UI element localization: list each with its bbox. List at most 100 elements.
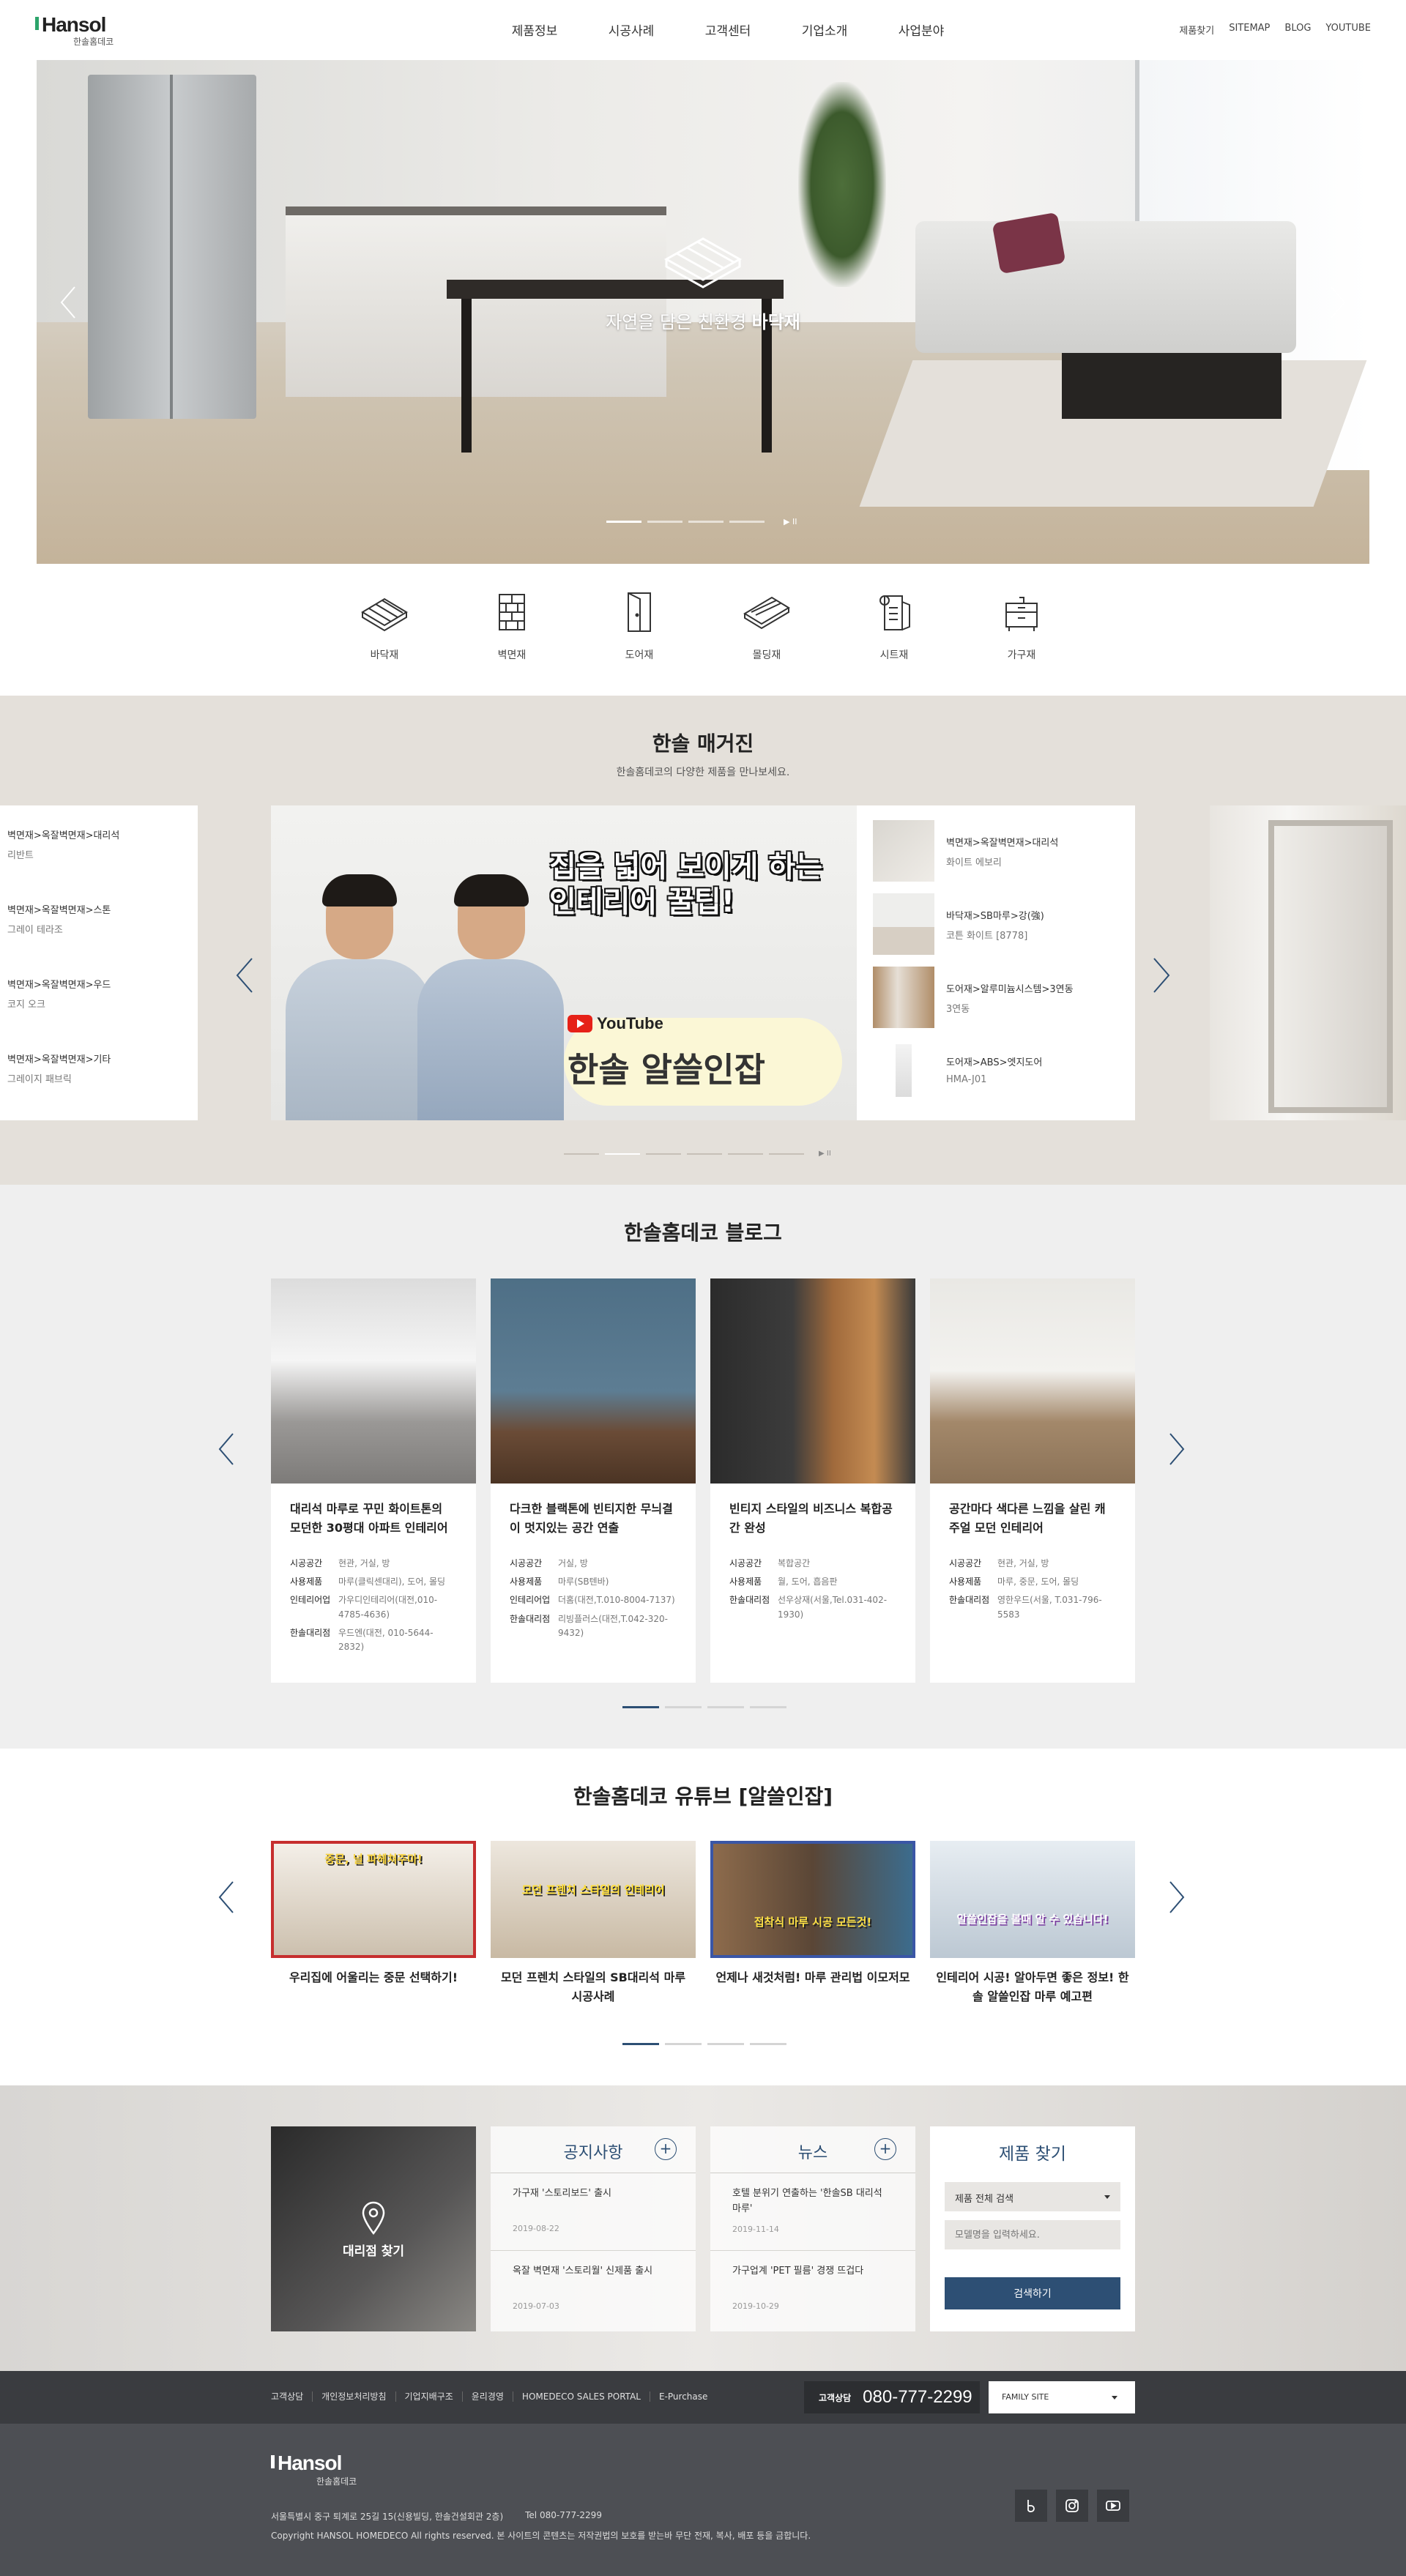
list-item[interactable]: 도어재>ABS>엣지도어 HMA-J01 (873, 1040, 1122, 1113)
nav-cases[interactable]: 시공사례 (583, 21, 680, 39)
blog-card[interactable]: 공간마다 색다른 느낌을 살린 캐주얼 모던 인테리어 시공공간 현관, 거실, … (930, 1278, 1135, 1683)
nav-customer-center[interactable]: 고객센터 (680, 21, 776, 39)
blog-link[interactable] (1015, 2490, 1047, 2522)
hero-next-arrow[interactable] (1328, 284, 1347, 321)
nav-business[interactable]: 사업분야 (873, 21, 970, 39)
youtube-card[interactable]: 중문, 널 파헤쳐주마! 우리집에 어울리는 중문 선택하기! (271, 1841, 476, 2006)
youtube-card[interactable]: 알쓸인잡을 볼때 알 수 있습니다! 인테리어 시공! 알아두면 좋은 정보! … (930, 1841, 1135, 2006)
youtube-section: 한솔홈데코 유튜브 [알쓸인잡] 중문, 널 파헤쳐주마! 우리집에 어울리는 … (0, 1749, 1406, 2085)
hero-play-pause[interactable]: ▶ II (784, 517, 797, 526)
footer-link-epurchase[interactable]: E-Purchase (649, 2391, 716, 2402)
list-item[interactable]: 벽면재>옥잘벽면재>우드 코지 오크 (7, 977, 198, 1051)
search-button[interactable]: 검색하기 (945, 2277, 1120, 2309)
footer-bar: 고객상담 개인정보처리방침 기업지배구조 윤리경영 HOMEDECO SALES… (0, 2371, 1406, 2424)
list-item[interactable]: 벽면재>옥잘벽면재>기타 그레이지 패브릭 (7, 1051, 198, 1126)
hero-prev-arrow[interactable] (59, 284, 78, 321)
chevron-left-icon (218, 1881, 234, 1913)
youtube-prev-arrow[interactable] (217, 1879, 236, 1916)
logo[interactable]: Hansol 한솔홈데코 (35, 13, 114, 48)
notice-item[interactable]: 가구재 '스토리보드' 출시 2019-08-22 (491, 2173, 696, 2251)
category-furniture[interactable]: 가구재 (958, 590, 1085, 662)
blog-pagination (622, 1706, 786, 1708)
footer-link-ethics[interactable]: 윤리경영 (461, 2391, 513, 2402)
magazine-section: 한솔 매거진 한솔홈데코의 다양한 제품을 만나보세요. 벽면재>옥잘벽면재>대… (0, 696, 1406, 1185)
list-item[interactable]: 벽면재>옥잘벽면재>대리석 리반트 (7, 827, 198, 902)
footer-link-privacy[interactable]: 개인정보처리방침 (312, 2391, 395, 2402)
blog-icon (1027, 2500, 1035, 2512)
nav-company[interactable]: 기업소개 (776, 21, 873, 39)
util-sitemap[interactable]: SITEMAP (1229, 23, 1270, 37)
util-youtube[interactable]: YOUTUBE (1325, 23, 1371, 37)
blog-card[interactable]: 대리석 마루로 꾸민 화이트톤의 모던한 30평대 아파트 인테리어 시공공간 현… (271, 1278, 476, 1683)
category-door[interactable]: 도어재 (576, 590, 703, 662)
magazine-dot[interactable] (605, 1153, 640, 1155)
notice-item[interactable]: 옥잘 벽면재 '스토리월' 신제품 출시 2019-07-03 (491, 2251, 696, 2329)
magazine-dot[interactable] (728, 1153, 763, 1155)
blog-dot[interactable] (707, 1706, 744, 1708)
magazine-prev-card[interactable]: 벽면재>옥잘벽면재>대리석 리반트 벽면재>옥잘벽면재>스톤 그레이 테라조 벽… (0, 805, 198, 1120)
instagram-link[interactable] (1056, 2490, 1088, 2522)
copyright: Copyright HANSOL HOMEDECO All rights res… (271, 2531, 811, 2541)
category-wall[interactable]: 벽면재 (448, 590, 576, 662)
category-sheet[interactable]: 시트재 (830, 590, 958, 662)
list-item[interactable]: 바닥재>SB마루>강(強) 코튼 화이트 [8778] (873, 893, 1122, 967)
util-product-search[interactable]: 제품찾기 (1179, 23, 1214, 37)
magazine-dot[interactable] (687, 1153, 722, 1155)
list-item[interactable]: 벽면재>옥잘벽면재>대리석 화이트 에보리 (873, 820, 1122, 893)
magazine-dot[interactable] (769, 1153, 804, 1155)
youtube-card[interactable]: 접착식 마루 시공 모든것! 언제나 새것처럼! 마루 관리법 이모저모 (710, 1841, 915, 2006)
youtube-dot[interactable] (707, 2043, 744, 2045)
video-thumbnail[interactable]: 중문, 널 파헤쳐주마! (271, 1841, 476, 1958)
hero-dot[interactable] (606, 521, 641, 523)
magazine-prev-arrow[interactable] (233, 956, 255, 995)
blog-prev-arrow[interactable] (217, 1431, 236, 1467)
footer-link-cs[interactable]: 고객상담 (271, 2391, 312, 2402)
blog-card[interactable]: 다크한 블랙톤에 빈티지한 무늬결이 멋지있는 공간 연출 시공공간 거실, 방 … (491, 1278, 696, 1683)
magazine-next-arrow[interactable] (1151, 956, 1173, 995)
news-more-button[interactable]: + (874, 2138, 896, 2160)
youtube-dot[interactable] (622, 2043, 659, 2045)
door-icon (628, 592, 651, 632)
magazine-play-pause[interactable]: ▶ II (819, 1150, 831, 1158)
blog-dot[interactable] (665, 1706, 702, 1708)
util-blog[interactable]: BLOG (1284, 23, 1311, 37)
blog-title: 한솔홈데코 블로그 (624, 1221, 782, 1245)
category-floor[interactable]: 바닥재 (321, 590, 448, 662)
blog-next-arrow[interactable] (1167, 1431, 1186, 1467)
magazine-dot[interactable] (564, 1153, 599, 1155)
video-thumbnail[interactable]: 모던 프렌치 스타일의 인테리어 (491, 1841, 696, 1958)
youtube-card[interactable]: 모던 프렌치 스타일의 인테리어 모던 프렌치 스타일의 SB대리석 마루 시공… (491, 1841, 696, 2006)
list-item[interactable]: 벽면재>옥잘벽면재>스톤 그레이 테라조 (7, 902, 198, 977)
product-category-select[interactable]: 제품 전체 검색 (945, 2182, 1120, 2211)
magazine-feature-card[interactable]: 집을 넓어 보이게 하는 인테리어 꿀팁! YouTube 한솔 알쓸인잡 벽면… (271, 805, 1135, 1120)
footer-link-governance[interactable]: 기업지배구조 (395, 2391, 462, 2402)
footer-link-sales-portal[interactable]: HOMEDECO SALES PORTAL (512, 2391, 650, 2402)
dealer-finder-label: 대리점 찾기 (342, 2244, 405, 2259)
family-site-select[interactable]: FAMILY SITE (989, 2381, 1135, 2413)
dealer-finder-card[interactable]: 대리점 찾기 (271, 2126, 476, 2331)
news-item[interactable]: 가구업계 'PET 필름' 경쟁 뜨겁다 2019-10-29 (710, 2251, 915, 2329)
hero-caption: 자연을 담은 친환경 바닥재 (606, 312, 800, 332)
category-molding[interactable]: 몰딩재 (703, 590, 830, 662)
hero-dot[interactable] (688, 521, 724, 523)
youtube-next-arrow[interactable] (1167, 1879, 1186, 1916)
video-caption: 언제나 새것처럼! 마루 관리법 이모저모 (715, 1970, 910, 1984)
list-item[interactable]: 도어재>알루미늄시스템>3연동 3연동 (873, 967, 1122, 1040)
notice-more-button[interactable]: + (655, 2138, 677, 2160)
youtube-dot[interactable] (665, 2043, 702, 2045)
blog-dot[interactable] (622, 1706, 659, 1708)
blog-dot[interactable] (750, 1706, 786, 1708)
model-search-input[interactable] (945, 2220, 1120, 2249)
youtube-dot[interactable] (750, 2043, 786, 2045)
blog-card[interactable]: 빈티지 스타일의 비즈니스 복합공간 완성 시공공간 복합공간 사용제품 월, 도어… (710, 1278, 915, 1683)
youtube-link[interactable] (1097, 2490, 1129, 2522)
hero-dot[interactable] (729, 521, 765, 523)
nav-product-info[interactable]: 제품정보 (486, 21, 583, 39)
magazine-next-card[interactable] (1210, 805, 1406, 1120)
video-thumbnail[interactable]: 접착식 마루 시공 모든것! (710, 1841, 915, 1958)
magazine-feature-image[interactable]: 집을 넓어 보이게 하는 인테리어 꿀팁! YouTube 한솔 알쓸인잡 (271, 805, 857, 1120)
news-item[interactable]: 호텔 분위기 연출하는 '한솔SB 대리석 마루' 2019-11-14 (710, 2173, 915, 2251)
magazine-dot[interactable] (646, 1153, 681, 1155)
hero-dot[interactable] (647, 521, 682, 523)
video-thumbnail[interactable]: 알쓸인잡을 볼때 알 수 있습니다! (930, 1841, 1135, 1958)
